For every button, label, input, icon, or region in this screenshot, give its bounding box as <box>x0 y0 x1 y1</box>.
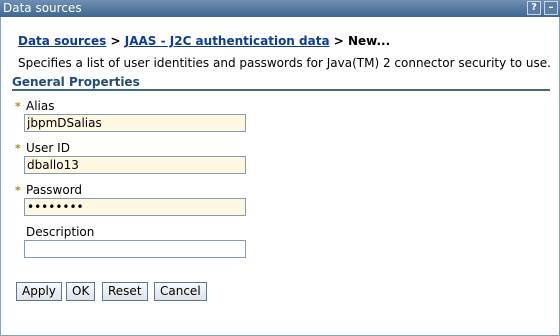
required-marker: * <box>15 184 21 197</box>
breadcrumb-separator: > <box>106 34 125 48</box>
apply-button[interactable]: Apply <box>16 282 62 301</box>
breadcrumb-link-jaas[interactable]: JAAS - J2C authentication data <box>125 34 330 48</box>
minimize-icon[interactable]: – <box>544 1 558 15</box>
alias-label: Alias <box>26 99 55 113</box>
page-description: Specifies a list of user identities and … <box>18 56 551 70</box>
section-header-general-properties: General Properties <box>12 75 550 91</box>
window-titlebar: Data sources ? – <box>0 0 560 17</box>
breadcrumb-current: New... <box>347 34 391 48</box>
alias-input[interactable] <box>24 114 246 132</box>
breadcrumb: Data sources > JAAS - J2C authentication… <box>18 34 390 48</box>
cancel-button[interactable]: Cancel <box>154 282 207 301</box>
password-input[interactable] <box>24 198 246 216</box>
required-marker: * <box>15 142 21 155</box>
breadcrumb-link-data-sources[interactable]: Data sources <box>18 34 106 48</box>
reset-button[interactable]: Reset <box>102 282 148 301</box>
userid-label: User ID <box>26 141 70 155</box>
window-title: Data sources <box>3 1 82 15</box>
breadcrumb-separator: > <box>329 34 348 48</box>
ok-button[interactable]: OK <box>66 282 96 301</box>
userid-input[interactable] <box>24 156 246 174</box>
description-label: Description <box>26 225 95 239</box>
password-label: Password <box>26 183 83 197</box>
description-input[interactable] <box>24 240 246 258</box>
required-marker: * <box>15 100 21 113</box>
titlebar-icons: ? – <box>527 1 558 15</box>
help-icon[interactable]: ? <box>527 1 541 15</box>
